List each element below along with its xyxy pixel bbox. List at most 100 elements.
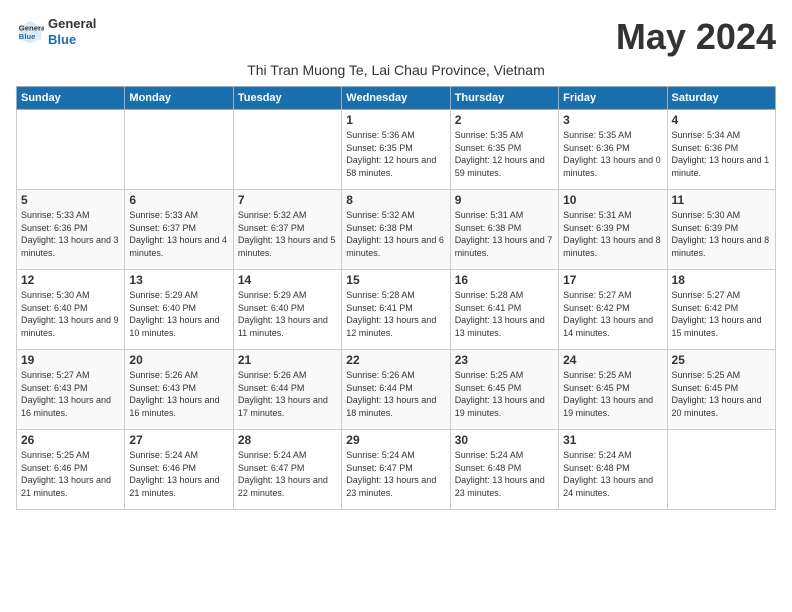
day-info: Sunrise: 5:28 AMSunset: 6:41 PMDaylight:… <box>455 289 554 339</box>
day-info: Sunrise: 5:26 AMSunset: 6:44 PMDaylight:… <box>346 369 445 419</box>
day-info: Sunrise: 5:32 AMSunset: 6:37 PMDaylight:… <box>238 209 337 259</box>
calendar-cell: 2 Sunrise: 5:35 AMSunset: 6:35 PMDaylight… <box>450 110 558 190</box>
day-info: Sunrise: 5:33 AMSunset: 6:37 PMDaylight:… <box>129 209 228 259</box>
day-number: 6 <box>129 193 228 207</box>
day-number: 12 <box>21 273 120 287</box>
day-info: Sunrise: 5:25 AMSunset: 6:45 PMDaylight:… <box>563 369 662 419</box>
calendar-week-4: 19 Sunrise: 5:27 AMSunset: 6:43 PMDayligh… <box>17 350 776 430</box>
calendar-cell: 24 Sunrise: 5:25 AMSunset: 6:45 PMDayligh… <box>559 350 667 430</box>
day-number: 11 <box>672 193 771 207</box>
day-number: 27 <box>129 433 228 447</box>
logo: General Blue General Blue <box>16 16 96 47</box>
calendar-cell: 20 Sunrise: 5:26 AMSunset: 6:43 PMDayligh… <box>125 350 233 430</box>
logo-text-general: General <box>48 16 96 32</box>
day-info: Sunrise: 5:24 AMSunset: 6:47 PMDaylight:… <box>238 449 337 499</box>
calendar-cell: 29 Sunrise: 5:24 AMSunset: 6:47 PMDayligh… <box>342 430 450 510</box>
day-number: 14 <box>238 273 337 287</box>
calendar-cell: 27 Sunrise: 5:24 AMSunset: 6:46 PMDayligh… <box>125 430 233 510</box>
month-title: May 2024 <box>616 16 776 58</box>
day-number: 18 <box>672 273 771 287</box>
day-header-tuesday: Tuesday <box>233 87 341 110</box>
day-info: Sunrise: 5:25 AMSunset: 6:45 PMDaylight:… <box>455 369 554 419</box>
calendar-cell: 23Sunrise: 5:25 AMSunset: 6:45 PMDayligh… <box>450 350 558 430</box>
day-info: Sunrise: 5:27 AMSunset: 6:42 PMDaylight:… <box>563 289 662 339</box>
calendar-cell <box>233 110 341 190</box>
calendar-cell: 31Sunrise: 5:24 AMSunset: 6:48 PMDayligh… <box>559 430 667 510</box>
day-info: Sunrise: 5:26 AMSunset: 6:44 PMDaylight:… <box>238 369 337 419</box>
svg-text:General: General <box>19 23 44 32</box>
day-header-wednesday: Wednesday <box>342 87 450 110</box>
day-number: 28 <box>238 433 337 447</box>
day-header-monday: Monday <box>125 87 233 110</box>
day-info: Sunrise: 5:24 AMSunset: 6:47 PMDaylight:… <box>346 449 445 499</box>
day-info: Sunrise: 5:25 AMSunset: 6:45 PMDaylight:… <box>672 369 771 419</box>
calendar-cell: 30 Sunrise: 5:24 AMSunset: 6:48 PMDayligh… <box>450 430 558 510</box>
day-info: Sunrise: 5:32 AMSunset: 6:38 PMDaylight:… <box>346 209 445 259</box>
day-number: 16 <box>455 273 554 287</box>
day-number: 30 <box>455 433 554 447</box>
day-info: Sunrise: 5:26 AMSunset: 6:43 PMDaylight:… <box>129 369 228 419</box>
calendar-cell <box>125 110 233 190</box>
day-info: Sunrise: 5:29 AMSunset: 6:40 PMDaylight:… <box>238 289 337 339</box>
day-number: 21 <box>238 353 337 367</box>
page-header: General Blue General Blue May 2024 <box>16 16 776 58</box>
day-number: 29 <box>346 433 445 447</box>
calendar-cell: 12 Sunrise: 5:30 AMSunset: 6:40 PMDayligh… <box>17 270 125 350</box>
calendar-week-2: 5 Sunrise: 5:33 AMSunset: 6:36 PMDaylight… <box>17 190 776 270</box>
calendar-cell: 9Sunrise: 5:31 AMSunset: 6:38 PMDaylight… <box>450 190 558 270</box>
calendar-cell: 21 Sunrise: 5:26 AMSunset: 6:44 PMDayligh… <box>233 350 341 430</box>
calendar-week-5: 26 Sunrise: 5:25 AMSunset: 6:46 PMDayligh… <box>17 430 776 510</box>
day-info: Sunrise: 5:28 AMSunset: 6:41 PMDaylight:… <box>346 289 445 339</box>
day-header-friday: Friday <box>559 87 667 110</box>
day-number: 19 <box>21 353 120 367</box>
day-number: 5 <box>21 193 120 207</box>
calendar-cell <box>667 430 775 510</box>
calendar-cell: 4 Sunrise: 5:34 AMSunset: 6:36 PMDaylight… <box>667 110 775 190</box>
calendar-cell: 28 Sunrise: 5:24 AMSunset: 6:47 PMDayligh… <box>233 430 341 510</box>
calendar-cell: 11 Sunrise: 5:30 AMSunset: 6:39 PMDayligh… <box>667 190 775 270</box>
day-number: 8 <box>346 193 445 207</box>
day-number: 22 <box>346 353 445 367</box>
calendar-cell: 5 Sunrise: 5:33 AMSunset: 6:36 PMDaylight… <box>17 190 125 270</box>
day-header-sunday: Sunday <box>17 87 125 110</box>
day-info: Sunrise: 5:24 AMSunset: 6:46 PMDaylight:… <box>129 449 228 499</box>
day-header-saturday: Saturday <box>667 87 775 110</box>
day-info: Sunrise: 5:30 AMSunset: 6:39 PMDaylight:… <box>672 209 771 259</box>
day-info: Sunrise: 5:33 AMSunset: 6:36 PMDaylight:… <box>21 209 120 259</box>
calendar-cell: 22 Sunrise: 5:26 AMSunset: 6:44 PMDayligh… <box>342 350 450 430</box>
calendar-week-3: 12 Sunrise: 5:30 AMSunset: 6:40 PMDayligh… <box>17 270 776 350</box>
calendar-cell: 3 Sunrise: 5:35 AMSunset: 6:36 PMDaylight… <box>559 110 667 190</box>
day-number: 4 <box>672 113 771 127</box>
day-info: Sunrise: 5:29 AMSunset: 6:40 PMDaylight:… <box>129 289 228 339</box>
calendar-cell: 16 Sunrise: 5:28 AMSunset: 6:41 PMDayligh… <box>450 270 558 350</box>
logo-icon: General Blue <box>16 18 44 46</box>
subtitle: Thi Tran Muong Te, Lai Chau Province, Vi… <box>16 62 776 78</box>
day-info: Sunrise: 5:34 AMSunset: 6:36 PMDaylight:… <box>672 129 771 179</box>
day-number: 26 <box>21 433 120 447</box>
day-info: Sunrise: 5:27 AMSunset: 6:43 PMDaylight:… <box>21 369 120 419</box>
calendar-cell: 10Sunrise: 5:31 AMSunset: 6:39 PMDayligh… <box>559 190 667 270</box>
day-info: Sunrise: 5:35 AMSunset: 6:35 PMDaylight:… <box>455 129 554 179</box>
calendar-cell: 8 Sunrise: 5:32 AMSunset: 6:38 PMDaylight… <box>342 190 450 270</box>
day-info: Sunrise: 5:24 AMSunset: 6:48 PMDaylight:… <box>563 449 662 499</box>
calendar-cell: 25Sunrise: 5:25 AMSunset: 6:45 PMDayligh… <box>667 350 775 430</box>
day-info: Sunrise: 5:27 AMSunset: 6:42 PMDaylight:… <box>672 289 771 339</box>
day-number: 3 <box>563 113 662 127</box>
day-info: Sunrise: 5:30 AMSunset: 6:40 PMDaylight:… <box>21 289 120 339</box>
day-info: Sunrise: 5:25 AMSunset: 6:46 PMDaylight:… <box>21 449 120 499</box>
calendar-cell <box>17 110 125 190</box>
day-number: 1 <box>346 113 445 127</box>
calendar-cell: 6 Sunrise: 5:33 AMSunset: 6:37 PMDaylight… <box>125 190 233 270</box>
day-info: Sunrise: 5:31 AMSunset: 6:38 PMDaylight:… <box>455 209 554 259</box>
day-number: 24 <box>563 353 662 367</box>
day-info: Sunrise: 5:24 AMSunset: 6:48 PMDaylight:… <box>455 449 554 499</box>
calendar-table: SundayMondayTuesdayWednesdayThursdayFrid… <box>16 86 776 510</box>
calendar-cell: 18 Sunrise: 5:27 AMSunset: 6:42 PMDayligh… <box>667 270 775 350</box>
day-number: 13 <box>129 273 228 287</box>
day-number: 20 <box>129 353 228 367</box>
day-number: 2 <box>455 113 554 127</box>
calendar-cell: 13 Sunrise: 5:29 AMSunset: 6:40 PMDayligh… <box>125 270 233 350</box>
calendar-cell: 14 Sunrise: 5:29 AMSunset: 6:40 PMDayligh… <box>233 270 341 350</box>
day-number: 10 <box>563 193 662 207</box>
day-info: Sunrise: 5:35 AMSunset: 6:36 PMDaylight:… <box>563 129 662 179</box>
